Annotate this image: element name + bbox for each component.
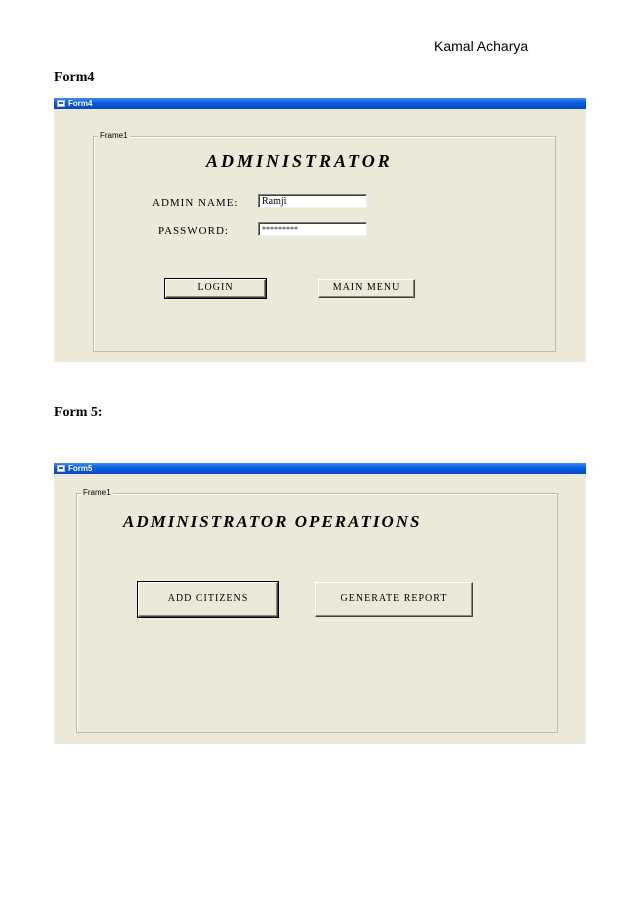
form5-window: Form5 Frame1 ADMINISTRATOR OPERATIONS AD… — [54, 463, 586, 744]
form5-titlebar[interactable]: Form5 — [54, 463, 586, 474]
add-citizens-button[interactable]: ADD CITIZENS — [137, 581, 279, 618]
form5-frame-label: Frame1 — [81, 487, 113, 499]
password-input[interactable]: ********* — [258, 222, 367, 236]
admin-name-label: ADMIN NAME: — [152, 197, 239, 209]
admin-name-input[interactable]: Ramji — [258, 194, 367, 208]
form4-heading: ADMINISTRATOR — [206, 151, 393, 171]
window-app-icon[interactable] — [57, 465, 65, 472]
form5-caption: Form 5: — [54, 405, 103, 420]
form4-frame: Frame1 ADMINISTRATOR ADMIN NAME: Ramji P… — [93, 130, 556, 352]
main-menu-button[interactable]: MAIN MENU — [318, 279, 415, 298]
form4-window: Form4 Frame1 ADMINISTRATOR ADMIN NAME: R… — [54, 98, 586, 362]
author-name: Kamal Acharya — [434, 38, 529, 54]
form5-heading: ADMINISTRATOR OPERATIONS — [123, 512, 422, 531]
form4-frame-label: Frame1 — [98, 130, 130, 142]
generate-report-button[interactable]: GENERATE REPORT — [315, 582, 473, 617]
login-button[interactable]: LOGIN — [164, 278, 267, 299]
form5-window-title: Form5 — [68, 464, 93, 473]
form5-frame: Frame1 ADMINISTRATOR OPERATIONS ADD CITI… — [76, 487, 558, 733]
window-app-icon[interactable] — [57, 100, 65, 107]
form4-caption: Form4 — [54, 70, 95, 85]
form4-window-title: Form4 — [68, 99, 93, 108]
form4-titlebar[interactable]: Form4 — [54, 98, 586, 109]
password-label: PASSWORD: — [158, 225, 229, 237]
